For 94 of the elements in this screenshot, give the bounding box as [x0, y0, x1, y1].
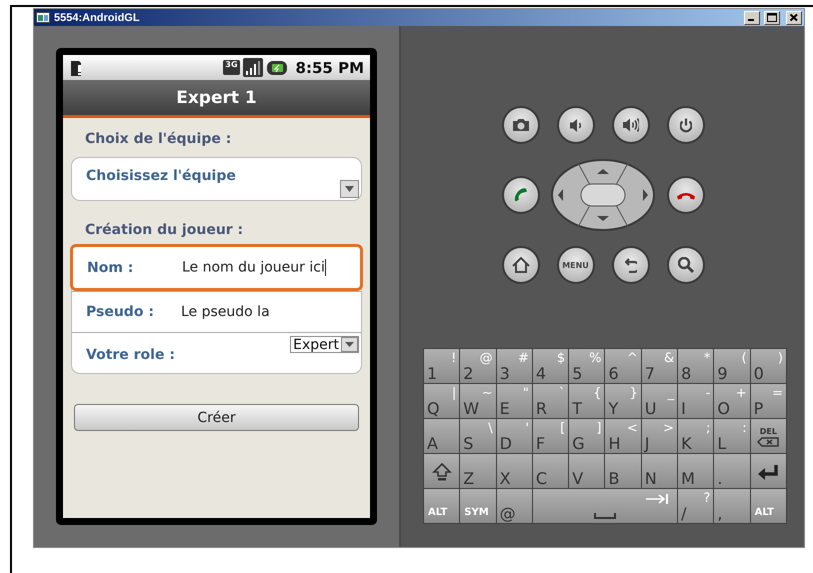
- space-bar-icon: [594, 513, 616, 519]
- section-label: Création du joueur :: [85, 221, 244, 239]
- app-title: Expert 1: [176, 88, 257, 108]
- close-button[interactable]: [786, 10, 802, 24]
- end-call-button[interactable]: [666, 176, 704, 214]
- keyboard-key[interactable]: Y }: [605, 384, 641, 418]
- battery-icon: [266, 60, 288, 76]
- keyboard-key[interactable]: D ': [496, 419, 532, 453]
- keyboard-key[interactable]: S \: [460, 419, 496, 453]
- keyboard-key[interactable]: J >: [642, 419, 678, 453]
- keyboard-key[interactable]: H <: [605, 419, 641, 453]
- keyboard-key[interactable]: ,: [714, 489, 750, 523]
- keyboard-key[interactable]: @: [496, 489, 532, 523]
- maximize-button[interactable]: [764, 10, 780, 24]
- keyboard-key[interactable]: SYM: [460, 489, 496, 523]
- keyboard-key[interactable]: ALT: [424, 489, 460, 523]
- keyboard-key[interactable]: 7 &: [642, 349, 678, 383]
- home-icon: [512, 257, 530, 273]
- text-input[interactable]: Le pseudo la: [181, 304, 270, 320]
- keyboard-key[interactable]: Q |: [424, 384, 460, 418]
- keyboard-key[interactable]: V: [569, 454, 604, 488]
- keyboard-key[interactable]: B: [605, 454, 641, 488]
- keyboard-key[interactable]: C: [532, 454, 568, 488]
- home-button[interactable]: [502, 246, 540, 284]
- sd-card-warning-icon: [69, 58, 83, 76]
- power-button[interactable]: [666, 106, 704, 144]
- keyboard-key[interactable]: G ]: [569, 419, 604, 453]
- hang-up-icon: [676, 190, 694, 200]
- keyboard-key[interactable]: E ": [496, 384, 532, 418]
- keyboard-key[interactable]: T {: [569, 384, 604, 418]
- keyboard-key[interactable]: 2 @: [460, 349, 496, 383]
- minimize-button[interactable]: [744, 10, 760, 24]
- search-icon: [678, 257, 694, 273]
- window-title: 5554:AndroidGL: [54, 12, 141, 24]
- shift-icon: [432, 462, 452, 482]
- keyboard-key[interactable]: O +: [714, 384, 750, 418]
- keyboard-key[interactable]: P =: [750, 384, 786, 418]
- keyboard-key[interactable]: 6 ^: [605, 349, 641, 383]
- network-type: 3G: [223, 60, 240, 75]
- camera-button[interactable]: [502, 106, 540, 144]
- keyboard-key[interactable]: N: [642, 454, 678, 488]
- keyboard-key[interactable]: 8 *: [678, 349, 714, 383]
- keyboard-key[interactable]: 3 #: [496, 349, 532, 383]
- maximize-icon: [767, 13, 777, 22]
- create-button[interactable]: Créer: [74, 404, 359, 431]
- volume-up-icon: [622, 118, 638, 132]
- keyboard-key[interactable]: A: [424, 419, 460, 453]
- keyboard-key[interactable]: U _: [642, 384, 678, 418]
- camera-icon: [512, 119, 528, 131]
- keyboard-key[interactable]: 5 %: [569, 349, 604, 383]
- keyboard-key[interactable]: 0 ): [750, 349, 786, 383]
- keyboard-key[interactable]: 9 (: [714, 349, 750, 383]
- text-input[interactable]: Le nom du joueur ici: [182, 259, 326, 276]
- back-button[interactable]: [612, 246, 650, 284]
- call-button[interactable]: [502, 176, 540, 214]
- search-button[interactable]: [666, 246, 704, 284]
- keyboard-key[interactable]: / ?: [678, 489, 714, 523]
- close-icon: [789, 13, 799, 22]
- keyboard-key[interactable]: M: [678, 454, 714, 488]
- field-label: Nom :: [87, 260, 134, 276]
- keyboard-key[interactable]: I -: [678, 384, 714, 418]
- backspace-icon: [757, 436, 780, 446]
- volume-down-button[interactable]: [556, 106, 594, 144]
- keyboard-key[interactable]: 4 $: [532, 349, 568, 383]
- keyboard-key[interactable]: L :: [714, 419, 750, 453]
- tab-arrow-icon: [645, 494, 670, 504]
- section-label: Choix de l'équipe :: [85, 130, 232, 148]
- shift-key[interactable]: [424, 454, 460, 488]
- keyboard-key[interactable]: ALT: [750, 489, 786, 523]
- keyboard-key[interactable]: F [: [532, 419, 568, 453]
- volume-down-icon: [570, 118, 582, 132]
- menu-button[interactable]: MENU: [556, 246, 594, 284]
- volume-up-button[interactable]: [612, 106, 650, 144]
- keyboard-key[interactable]: .: [714, 454, 750, 488]
- role-select[interactable]: Expert: [290, 336, 359, 353]
- directional-pad[interactable]: [550, 158, 656, 232]
- keyboard-key[interactable]: 1 !: [424, 349, 460, 383]
- enter-icon: [756, 462, 780, 480]
- field-label: Pseudo :: [86, 304, 155, 320]
- app-icon: [36, 12, 50, 23]
- keyboard-key[interactable]: R `: [532, 384, 568, 418]
- status-time: 8:55 PM: [296, 58, 364, 76]
- back-icon: [624, 258, 636, 272]
- keyboard-key[interactable]: K ;: [678, 419, 714, 453]
- enter-key[interactable]: [750, 454, 786, 488]
- signal-icon: [242, 58, 263, 77]
- power-icon: [680, 118, 692, 132]
- keyboard-key[interactable]: X: [496, 454, 532, 488]
- keyboard-key[interactable]: Z: [460, 454, 496, 488]
- field-label: Votre role :: [86, 347, 176, 363]
- phone-icon: [514, 188, 528, 202]
- keyboard-key[interactable]: W ~: [460, 384, 496, 418]
- team-spinner[interactable]: Choisissez l'équipe: [71, 157, 362, 201]
- delete-key[interactable]: DEL: [750, 419, 786, 453]
